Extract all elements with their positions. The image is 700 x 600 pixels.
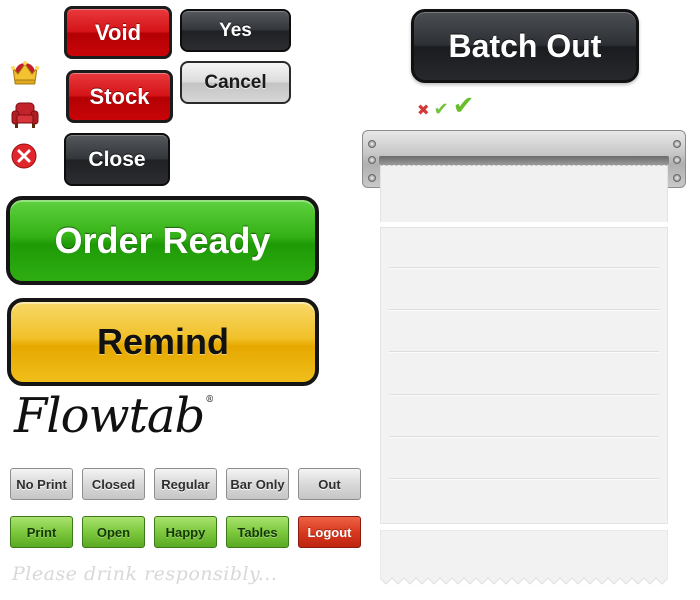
receipt-line [389, 394, 659, 395]
receipt-paper [380, 227, 668, 524]
responsibility-tagline: Please drink responsibly... [12, 563, 278, 585]
yes-button[interactable]: Yes [180, 9, 291, 52]
close-circle-icon[interactable] [10, 142, 38, 170]
printer-slot [379, 156, 669, 165]
printer-screw [673, 174, 681, 182]
receipt-line [389, 351, 659, 352]
receipt-paper-head [380, 165, 668, 222]
printer-screw [368, 174, 376, 182]
printer-screw [368, 156, 376, 164]
batch-out-button[interactable]: Batch Out [411, 9, 639, 83]
cancel-button[interactable]: Cancel [180, 61, 291, 104]
crown-icon [11, 61, 39, 85]
printer-screw [673, 140, 681, 148]
option-out-button[interactable]: Out [298, 468, 361, 500]
option-happy-button[interactable]: Happy [154, 516, 217, 548]
option-regular-button[interactable]: Regular [154, 468, 217, 500]
receipt-line [389, 436, 659, 437]
receipt-line [389, 267, 659, 268]
option-no-print-button[interactable]: No Print [10, 468, 73, 500]
registered-mark: ® [205, 395, 214, 405]
printer-screw [368, 140, 376, 148]
check-small-icon: ✔ [433, 99, 449, 119]
logout-button[interactable]: Logout [298, 516, 361, 548]
remind-button[interactable]: Remind [7, 298, 319, 386]
order-ready-button[interactable]: Order Ready [6, 196, 319, 285]
status-marks: ✖ ✔ ✔ [417, 92, 474, 118]
printer-screw [673, 156, 681, 164]
option-open-button[interactable]: Open [82, 516, 145, 548]
void-button[interactable]: Void [64, 6, 172, 59]
option-print-button[interactable]: Print [10, 516, 73, 548]
option-tables-button[interactable]: Tables [226, 516, 289, 548]
receipt-torn-edge [380, 530, 668, 585]
stock-button[interactable]: Stock [66, 70, 173, 123]
check-large-icon: ✔ [452, 90, 475, 120]
armchair-icon [11, 102, 39, 128]
flowtab-logo: Flowtab® [14, 392, 214, 440]
receipt-line [389, 309, 659, 310]
receipt-line [389, 478, 659, 479]
close-button[interactable]: Close [64, 133, 170, 186]
logo-wordmark: Flowtab [14, 388, 205, 444]
x-mark-icon: ✖ [417, 102, 430, 119]
option-bar-only-button[interactable]: Bar Only [226, 468, 289, 500]
option-closed-button[interactable]: Closed [82, 468, 145, 500]
